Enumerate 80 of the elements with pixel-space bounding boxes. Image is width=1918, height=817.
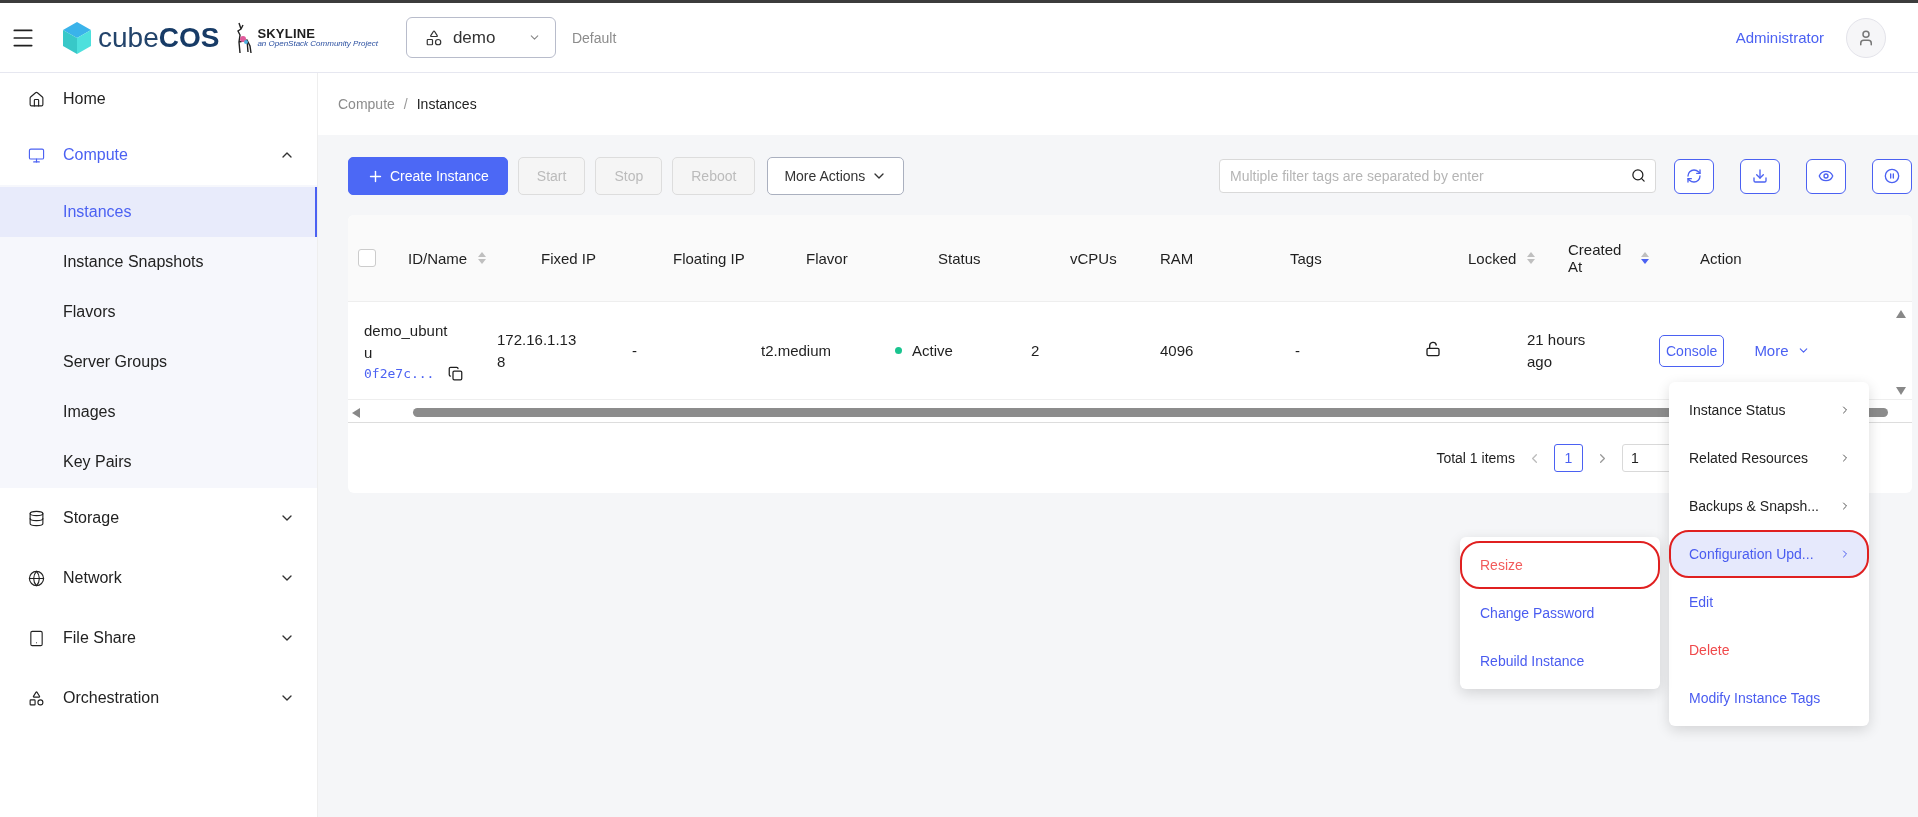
menu-item[interactable]: Backups & Snapsh... bbox=[1669, 482, 1869, 530]
scroll-down-icon[interactable] bbox=[1896, 387, 1906, 395]
shapes-icon bbox=[424, 28, 443, 47]
project-select[interactable]: demo bbox=[405, 17, 556, 58]
column-header: Flavor bbox=[806, 249, 848, 267]
brand-name: cubeCOS bbox=[98, 21, 220, 54]
console-button[interactable]: Console bbox=[1659, 334, 1725, 367]
column-header: Fixed IP bbox=[541, 249, 597, 267]
sidebar-item[interactable]: File Share bbox=[0, 608, 317, 668]
refresh-button[interactable] bbox=[1674, 158, 1714, 194]
download-button[interactable] bbox=[1740, 158, 1780, 194]
user-link[interactable]: Administrator bbox=[1735, 29, 1824, 46]
partner-name: SKYLINE bbox=[257, 27, 317, 40]
table-cell-text: - bbox=[632, 342, 638, 359]
table-cell-text: 4096 bbox=[1160, 342, 1195, 359]
sidebar-item[interactable]: Storage bbox=[0, 488, 317, 548]
column-header: Tags bbox=[1290, 249, 1322, 267]
table-cell-text: 172.16.1.138 bbox=[497, 329, 578, 372]
partner-tagline: an OpenStack Community Project bbox=[257, 40, 378, 48]
menu-item[interactable]: Delete bbox=[1669, 626, 1869, 674]
menu-item[interactable]: Edit bbox=[1669, 578, 1869, 626]
tablet-icon bbox=[28, 629, 45, 647]
scroll-left-icon[interactable] bbox=[352, 407, 360, 418]
page-button[interactable]: 1 bbox=[1554, 444, 1583, 472]
menu-item[interactable]: Configuration Upd... bbox=[1669, 530, 1869, 578]
home-icon bbox=[28, 90, 45, 108]
domain-label: Default bbox=[571, 29, 617, 46]
globe-icon bbox=[28, 569, 45, 587]
sidebar-subitem[interactable]: Images bbox=[0, 387, 317, 437]
column-header: Floating IP bbox=[673, 249, 745, 267]
toolbar-button[interactable]: Create Instance bbox=[348, 157, 508, 195]
view-button[interactable] bbox=[1806, 158, 1846, 194]
column-header: RAM bbox=[1160, 249, 1194, 267]
table-cell-text: - bbox=[1295, 342, 1301, 359]
pause-button[interactable] bbox=[1872, 158, 1912, 194]
sidebar-item[interactable]: Compute bbox=[0, 125, 317, 185]
total-count: Total 1 items bbox=[1436, 450, 1515, 466]
eye-icon bbox=[1818, 168, 1834, 184]
monitor-icon bbox=[28, 146, 45, 164]
sidebar-subitem[interactable]: Flavors bbox=[0, 287, 317, 337]
breadcrumb-separator: / bbox=[403, 96, 408, 112]
toolbar-button[interactable]: More Actions bbox=[767, 157, 905, 195]
more-link[interactable]: More bbox=[1754, 342, 1810, 359]
column-header[interactable]: ID/Name bbox=[408, 249, 468, 267]
table-cell-text: 21 hours ago bbox=[1527, 329, 1587, 372]
pause-icon bbox=[1884, 168, 1900, 184]
column-header: Action bbox=[1700, 249, 1742, 267]
menu-item[interactable]: Change Password bbox=[1460, 589, 1660, 637]
sidebar-subitem[interactable]: Server Groups bbox=[0, 337, 317, 387]
sidebar-item[interactable]: Orchestration bbox=[0, 668, 317, 728]
table-cell-text: 2 bbox=[1031, 342, 1041, 359]
refresh-icon bbox=[1686, 168, 1702, 184]
menu-item[interactable]: Modify Instance Tags bbox=[1669, 674, 1869, 722]
shapes-icon bbox=[28, 689, 45, 707]
column-header: vCPUs bbox=[1070, 249, 1117, 267]
menu-item[interactable]: Rebuild Instance bbox=[1460, 637, 1660, 685]
status-text: Active bbox=[912, 342, 953, 359]
database-icon bbox=[28, 509, 45, 527]
sidebar-subitem[interactable]: Key Pairs bbox=[0, 437, 317, 487]
sidebar-item[interactable]: Network bbox=[0, 548, 317, 608]
sidebar-subitem[interactable]: Instances bbox=[0, 187, 317, 237]
copy-icon[interactable] bbox=[448, 366, 464, 381]
instance-name: demo_ubuntu bbox=[364, 321, 449, 363]
column-header: Status bbox=[938, 249, 981, 267]
avatar-icon[interactable] bbox=[1846, 17, 1886, 58]
column-header[interactable]: Locked bbox=[1468, 249, 1517, 267]
sidebar-item[interactable]: Home bbox=[0, 73, 317, 125]
cube-logo-icon bbox=[62, 20, 92, 55]
download-icon bbox=[1752, 168, 1768, 184]
menu-item[interactable]: Instance Status bbox=[1669, 386, 1869, 434]
table-cell-text: t2.medium bbox=[761, 342, 833, 359]
sort-icon[interactable] bbox=[1640, 251, 1650, 265]
scroll-up-icon[interactable] bbox=[1896, 310, 1906, 318]
column-header[interactable]: Created At bbox=[1568, 241, 1630, 275]
sidebar-subitem[interactable]: Instance Snapshots bbox=[0, 237, 317, 287]
breadcrumb-item: Instances bbox=[416, 96, 477, 112]
search-icon bbox=[1631, 168, 1646, 183]
select-all-checkbox[interactable] bbox=[358, 249, 376, 267]
instance-id-link[interactable]: 0f2e7c... bbox=[364, 366, 435, 381]
search-field[interactable]: Multiple filter tags are separated by enter bbox=[1219, 159, 1656, 193]
